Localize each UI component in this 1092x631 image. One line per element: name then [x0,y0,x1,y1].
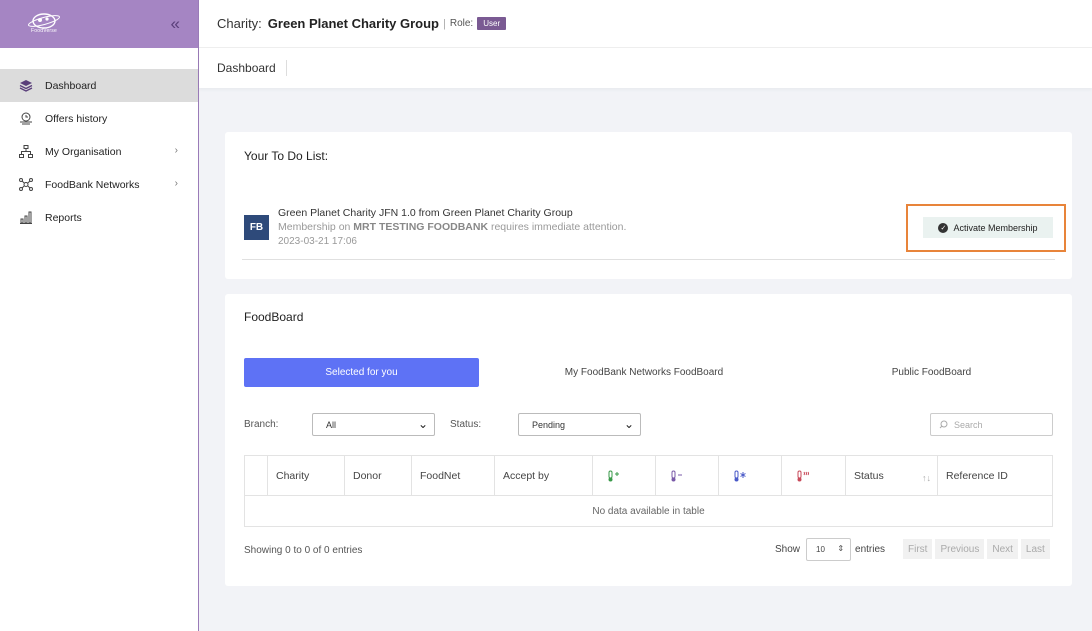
status-label: Status: [450,419,482,430]
branch-label: Branch: [244,419,279,430]
sidebar-item-my-organisation[interactable]: My Organisation › [0,135,198,168]
divider [242,259,1055,260]
pagination: First Previous Next Last [903,539,1050,559]
sidebar-item-dashboard[interactable]: Dashboard [0,69,198,102]
breadcrumb-bar: Dashboard [199,48,1092,88]
history-icon [18,111,34,127]
column-temp-plus[interactable] [593,456,656,495]
sidebar-item-label: Offers history [45,112,108,125]
table-info: Showing 0 to 0 of 0 entries [244,545,363,556]
org-chart-icon [18,144,34,160]
column-heated[interactable] [782,456,846,495]
todo-card: Your To Do List: FB Green Planet Charity… [225,132,1072,279]
column-frozen[interactable] [719,456,782,495]
role-label: Role: [449,18,474,29]
foodboard-card: FoodBoard Selected for you My FoodBank N… [225,294,1072,586]
thermometer-heat-icon [797,470,809,481]
foodbank-avatar: FB [244,215,269,240]
table-header: Charity Donor FoodNet Accept by Status ↑… [245,456,1052,496]
todo-foodbank-name: MRT TESTING FOODBANK [353,221,489,233]
logo-text: FoodVerse [31,28,57,34]
breadcrumb: Dashboard [217,60,287,76]
todo-item-title: Green Planet Charity JFN 1.0 from Green … [278,207,573,219]
pager-previous-button[interactable]: Previous [935,539,985,559]
thermometer-minus-icon [671,470,682,481]
column-status[interactable]: Status ↑↓ [846,456,938,495]
todo-item-message: Membership on MRT TESTING FOODBANK requi… [278,221,626,233]
chevron-right-icon: › [174,178,178,189]
activate-membership-button[interactable]: ✓ Activate Membership [923,217,1053,238]
updown-arrow-icon: ⇕ [837,544,845,553]
thermometer-snowflake-icon [734,470,746,481]
sidebar-item-label: Dashboard [45,79,97,92]
todo-title: Your To Do List: [244,149,329,163]
collapse-sidebar-icon[interactable]: « [171,15,180,32]
page-length: Show 10 ⇕ entries [775,538,885,561]
column-donor[interactable]: Donor [345,456,412,495]
column-charity[interactable]: Charity [268,456,345,495]
sidebar-nav: Dashboard Offers history My Organisation… [0,69,198,234]
sidebar-item-label: FoodBank Networks [45,178,140,191]
sidebar-item-label: My Organisation [45,145,122,158]
pager-first-button[interactable]: First [903,539,933,559]
activate-membership-label: Activate Membership [953,222,1038,233]
charity-name: Green Planet Charity Group [267,16,439,31]
branch-value: All [326,419,337,430]
chevron-down-icon: ⌄ [417,417,428,431]
column-select [245,456,268,495]
bar-chart-icon [18,210,34,226]
foodboard-tabs: Selected for you My FoodBank Networks Fo… [244,358,1054,387]
sidebar-item-label: Reports [45,211,82,224]
search-placeholder: Search [954,419,983,430]
status-value: Pending [532,419,566,430]
tab-selected-for-you[interactable]: Selected for you [244,358,479,387]
table-empty-row: No data available in table [592,505,705,517]
sidebar-item-reports[interactable]: Reports [0,201,198,234]
sidebar-item-offers-history[interactable]: Offers history [0,102,198,135]
search-icon [939,420,948,429]
pager-next-button[interactable]: Next [987,539,1018,559]
tab-public-foodboard[interactable]: Public FoodBoard [844,358,1019,387]
column-accept-by[interactable]: Accept by [495,456,593,495]
show-label: Show [775,544,801,555]
entries-label: entries [855,544,886,555]
network-icon [18,177,34,193]
sidebar: FoodVerse « Dashboard Offers history My … [0,0,199,631]
sort-icon: ↑↓ [922,473,931,483]
column-reference-id[interactable]: Reference ID [938,456,1052,495]
sidebar-item-foodbank-networks[interactable]: FoodBank Networks › [0,168,198,201]
todo-timestamp: 2023-03-21 17:06 [278,236,357,247]
top-bar: Charity: Green Planet Charity Group | Ro… [199,0,1092,48]
foodboard-table: Charity Donor FoodNet Accept by Status ↑… [244,455,1053,527]
column-foodnet[interactable]: FoodNet [412,456,495,495]
layers-icon [18,78,34,94]
todo-message-suffix: requires immediate attention. [490,221,627,233]
chevron-right-icon: › [174,145,178,156]
header-separator: | [443,17,446,30]
page-length-select[interactable]: 10 ⇕ [806,538,852,561]
todo-message-prefix: Membership on [278,221,351,233]
page-length-value: 10 [816,545,825,554]
foodboard-title: FoodBoard [244,310,304,324]
role-badge: User [477,17,507,30]
check-circle-icon: ✓ [938,222,949,233]
search-input[interactable]: Search [930,413,1053,436]
branch-select[interactable]: All ⌄ [312,413,435,436]
pager-last-button[interactable]: Last [1020,539,1050,559]
status-select[interactable]: Pending ⌄ [518,413,641,436]
thermometer-plus-icon [608,470,619,481]
column-status-label: Status [854,469,884,482]
column-temp-minus[interactable] [656,456,719,495]
tab-my-foodbank-networks[interactable]: My FoodBank Networks FoodBoard [534,358,754,387]
sidebar-header: FoodVerse « [0,0,198,48]
chevron-down-icon: ⌄ [623,417,634,431]
charity-label: Charity: [217,16,262,31]
